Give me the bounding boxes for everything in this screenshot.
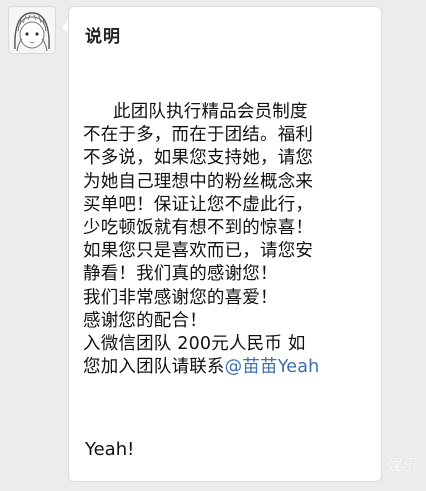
message-line: 入微信团队 200元人民币 如 (83, 333, 306, 354)
avatar[interactable] (8, 6, 56, 54)
message-line: 不多说，如果您支持她，请您 (83, 148, 314, 169)
message-line-text: 您加入团队请联系 (83, 357, 225, 378)
message-line: 此团队执行精品会员制度 (113, 102, 308, 122)
chat-screen: 说明 此团队执行精品会员制度 不在于多，而在于团结。福利 不多说，如果您支持她，… (0, 0, 426, 491)
mention-link[interactable]: @苗苗Yeah (225, 356, 320, 379)
message-line: 买单吧！保证让您不虚此行， (83, 194, 314, 215)
cartoon-girl-avatar-icon (14, 12, 50, 52)
message-body: 此团队执行精品会员制度 不在于多，而在于团结。福利 不多说，如果您支持她，请您 … (83, 101, 375, 379)
message-bubble[interactable]: 说明 此团队执行精品会员制度 不在于多，而在于团结。福利 不多说，如果您支持她，… (68, 6, 382, 482)
message-line: 您加入团队请联系 @苗苗Yeah (83, 356, 375, 379)
message-line: 我们非常感谢您的喜爱！ (83, 287, 278, 308)
message-line: 静看！我们真的感谢您！ (83, 264, 278, 285)
watermark-text: 娱乐 (385, 456, 416, 474)
message-line: 如果您只是喜欢而已，请您安 (83, 241, 314, 262)
message-line: 不在于多，而在于团结。福利 (83, 125, 314, 146)
message-line: 少吃顿饭就有想不到的惊喜！ (83, 217, 314, 238)
message-closing: Yeah! (85, 439, 135, 460)
message-line: 感谢您的配合！ (83, 310, 207, 331)
message-title: 说明 (85, 27, 121, 47)
message-line: 为她自己理想中的粉丝概念来 (83, 171, 314, 192)
